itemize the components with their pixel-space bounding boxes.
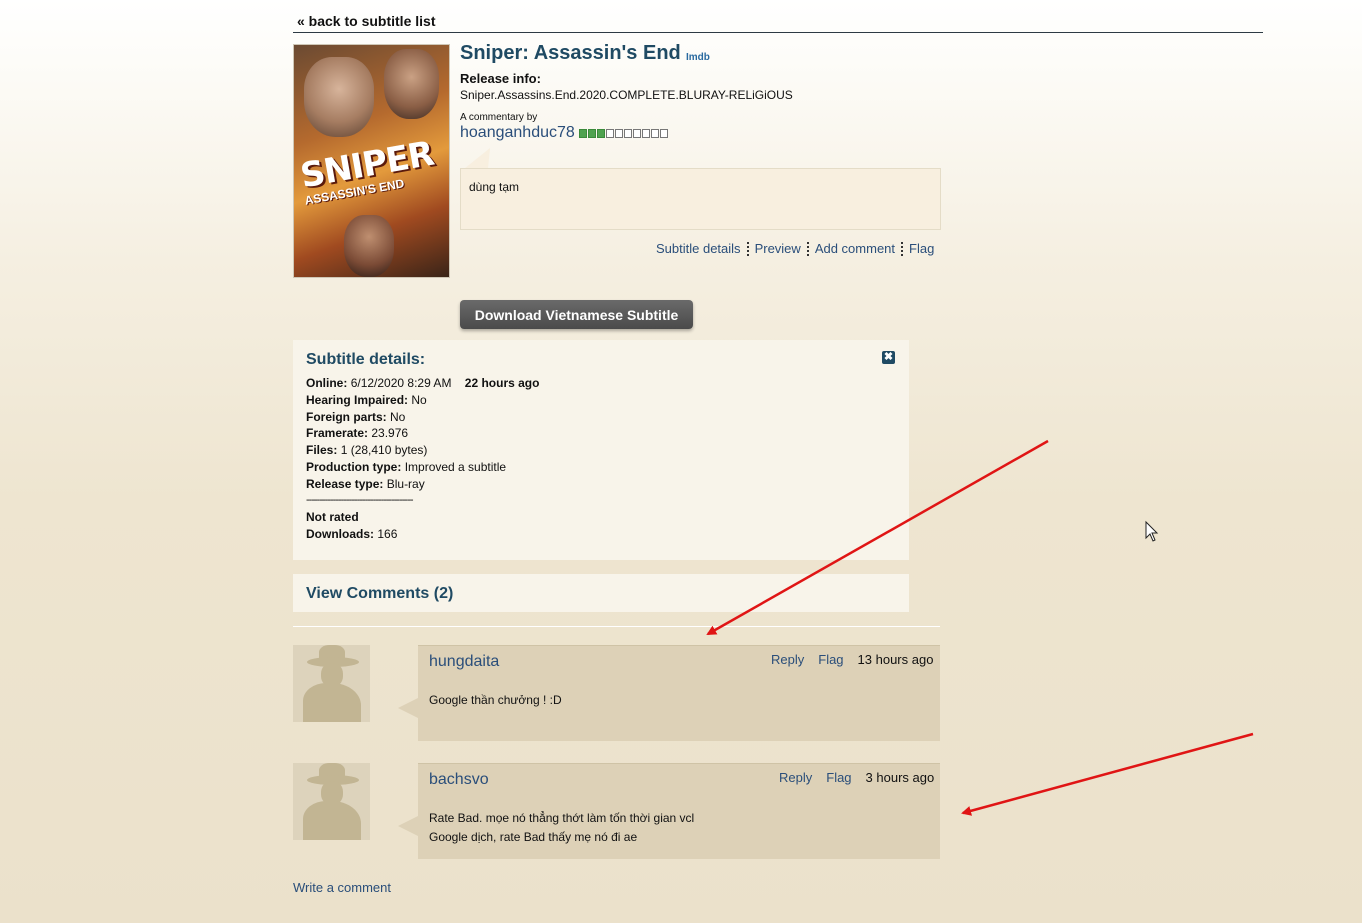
annotation-arrow xyxy=(961,732,1254,816)
annotation-arrows xyxy=(706,439,1254,816)
mouse-cursor-icon xyxy=(1145,520,1159,542)
annotation-arrow xyxy=(706,439,1049,636)
